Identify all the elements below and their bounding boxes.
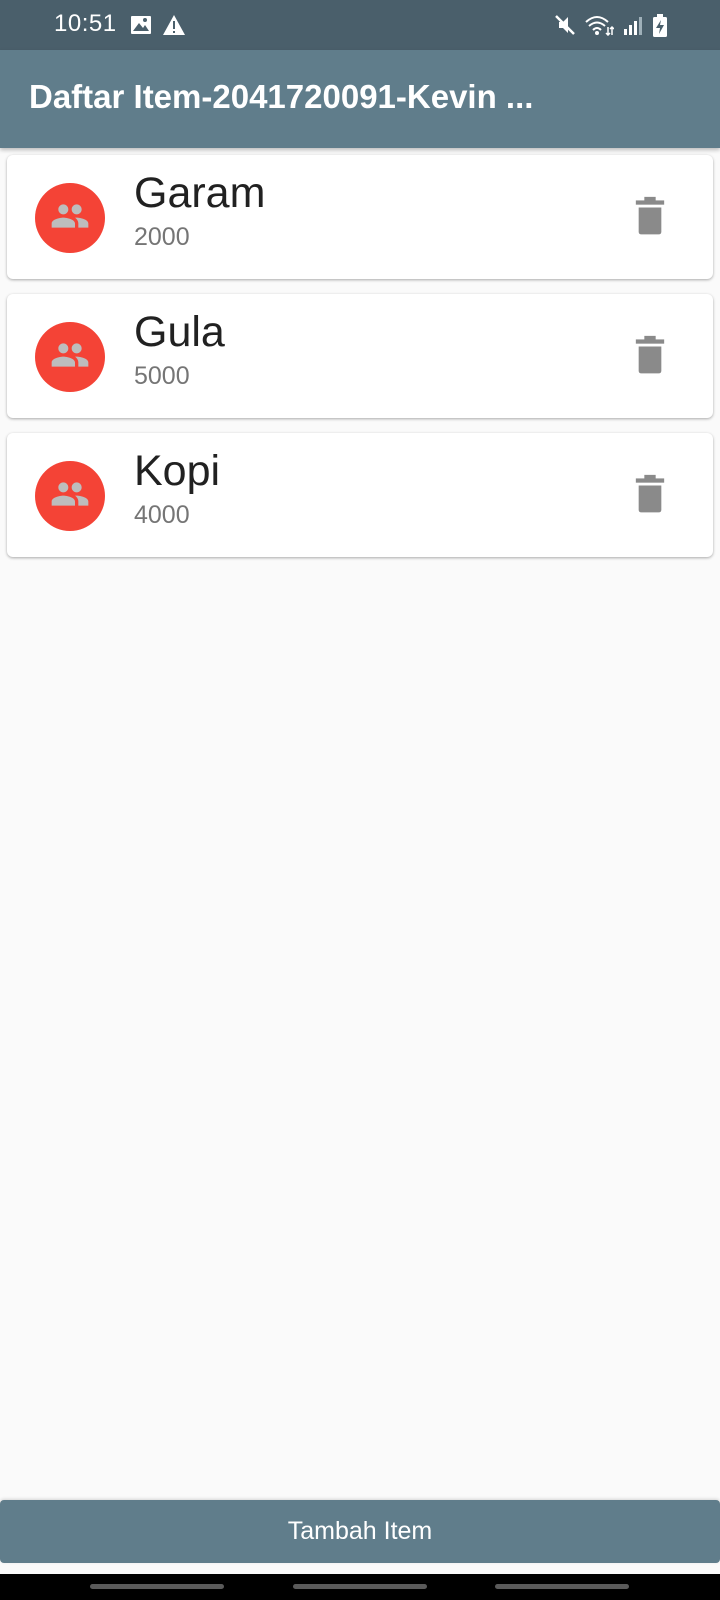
group-icon <box>50 474 90 519</box>
wifi-icon <box>584 14 615 37</box>
status-left-icons <box>130 14 185 36</box>
avatar <box>35 183 105 253</box>
item-price: 2000 <box>134 223 190 251</box>
item-price: 5000 <box>134 362 190 390</box>
system-nav-bar <box>0 1574 720 1600</box>
delete-icon <box>633 335 667 380</box>
mute-icon <box>554 14 576 36</box>
image-icon <box>130 14 152 36</box>
delete-icon <box>633 474 667 519</box>
group-icon <box>50 196 90 241</box>
group-icon <box>50 335 90 380</box>
nav-back-handle[interactable] <box>495 1584 629 1589</box>
list-item[interactable]: Gula 5000 <box>7 294 713 418</box>
delete-button[interactable] <box>633 335 667 376</box>
app-bar: Daftar Item-2041720091-Kevin ... <box>0 50 720 148</box>
status-bar: 10:51 <box>0 0 720 50</box>
list-item[interactable]: Garam 2000 <box>7 155 713 279</box>
nav-recents-handle[interactable] <box>90 1584 224 1589</box>
nav-home-handle[interactable] <box>293 1584 427 1589</box>
status-right-icons <box>554 14 668 37</box>
delete-button[interactable] <box>633 474 667 515</box>
warning-icon <box>162 14 185 36</box>
item-name: Kopi <box>134 447 221 495</box>
page-title: Daftar Item-2041720091-Kevin ... <box>29 78 534 115</box>
add-item-button[interactable]: Tambah Item <box>0 1500 720 1563</box>
delete-button[interactable] <box>633 196 667 237</box>
signal-icon <box>622 14 644 36</box>
delete-icon <box>633 196 667 241</box>
item-name: Garam <box>134 169 266 217</box>
avatar <box>35 322 105 392</box>
item-price: 4000 <box>134 501 190 529</box>
item-name: Gula <box>134 308 225 356</box>
list-item[interactable]: Kopi 4000 <box>7 433 713 557</box>
status-time: 10:51 <box>54 10 117 37</box>
avatar <box>35 461 105 531</box>
battery-charging-icon <box>652 14 668 37</box>
item-list: Garam 2000 Gula 5000 Kopi 4000 <box>7 155 713 572</box>
